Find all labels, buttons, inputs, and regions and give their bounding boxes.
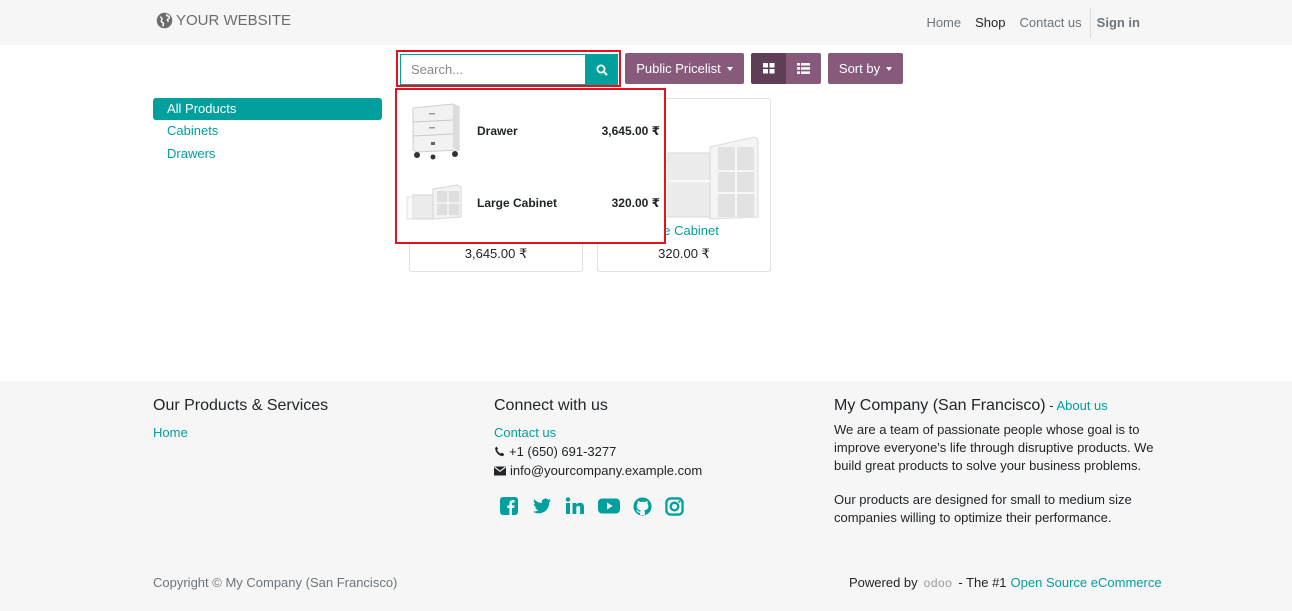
- footer-products-title: Our Products & Services: [153, 397, 329, 414]
- footer-products-column: Our Products & Services Home: [153, 397, 328, 440]
- copyright-text: Copyright © My Company (San Francisco): [153, 575, 398, 590]
- footer-home-link[interactable]: Home: [153, 425, 328, 440]
- email-address[interactable]: info@yourcompany.example.com: [510, 463, 702, 478]
- company-description-2: Our products are designed for small to m…: [834, 492, 1132, 525]
- autocomplete-item-name: Drawer: [477, 124, 518, 138]
- autocomplete-item-price: 3,645.00 ₹: [601, 124, 660, 138]
- category-all-products[interactable]: All Products: [153, 98, 382, 120]
- footer-contact-link[interactable]: Contact us: [494, 425, 702, 440]
- title-separator: -: [1045, 398, 1057, 413]
- grid-view-button[interactable]: [751, 53, 786, 84]
- odoo-logo[interactable]: odoo: [924, 576, 953, 590]
- nav-home[interactable]: Home: [926, 15, 961, 30]
- youtube-icon[interactable]: [598, 496, 620, 516]
- nav-contact-us[interactable]: Contact us: [1020, 15, 1082, 30]
- social-links: [499, 496, 702, 516]
- logo-text: YOUR WEBSITE: [176, 12, 292, 29]
- product-image: [658, 136, 759, 220]
- footer-connect-title: Connect with us: [494, 397, 608, 414]
- phone-icon: [495, 446, 505, 457]
- product-thumbnail: [405, 174, 463, 232]
- powered-by-label: Powered by: [849, 575, 918, 590]
- about-us-link[interactable]: About us: [1056, 398, 1107, 413]
- site-logo[interactable]: YOUR WEBSITE: [156, 12, 291, 29]
- search-highlight-box: [396, 50, 621, 87]
- grid-icon: [762, 63, 774, 74]
- category-drawers[interactable]: Drawers: [167, 146, 215, 161]
- product-thumbnail: [405, 102, 463, 160]
- list-view-button[interactable]: [786, 53, 821, 84]
- search-input[interactable]: [400, 54, 586, 85]
- cabinet-image: [406, 184, 462, 220]
- nav-shop[interactable]: Shop: [975, 15, 1005, 30]
- chevron-down-icon: [886, 66, 893, 71]
- sign-in-link[interactable]: Sign in: [1097, 15, 1140, 30]
- instagram-icon[interactable]: [665, 496, 684, 516]
- product-price: 3,645.00 ₹: [464, 246, 528, 261]
- sort-by-label: Sort by: [838, 61, 881, 76]
- facebook-icon[interactable]: [499, 496, 519, 516]
- category-cabinets[interactable]: Cabinets: [167, 123, 218, 138]
- phone-number: +1 (650) 691-3277: [509, 444, 617, 459]
- search-button[interactable]: [585, 54, 618, 85]
- footer-phone: +1 (650) 691-3277: [494, 444, 702, 459]
- main-menu: Home Shop Contact us Sign in: [912, 0, 1140, 45]
- nav-divider: [1089, 7, 1091, 38]
- linkedin-icon[interactable]: [565, 496, 585, 516]
- envelope-icon: [494, 466, 506, 475]
- autocomplete-item-large-cabinet[interactable]: Large Cabinet 320.00 ₹: [405, 171, 660, 235]
- pricelist-dropdown[interactable]: Public Pricelist: [625, 53, 744, 84]
- powered-by: Powered by odoo - The #1 Open Source eCo…: [849, 575, 1162, 590]
- github-icon[interactable]: [633, 496, 652, 516]
- search-icon: [596, 64, 608, 76]
- ecommerce-link[interactable]: Open Source eCommerce: [1011, 575, 1162, 590]
- autocomplete-item-price: 320.00 ₹: [611, 196, 660, 210]
- footer-company-title: My Company (San Francisco) - About us: [834, 397, 1154, 415]
- footer: Our Products & Services Home Connect wit…: [0, 381, 1292, 611]
- drawer-image: [412, 103, 460, 160]
- list-icon: [797, 63, 810, 74]
- autocomplete-item-name: Large Cabinet: [477, 196, 558, 210]
- top-navbar: YOUR WEBSITE Home Shop Contact us Sign i…: [0, 0, 1292, 45]
- autocomplete-item-drawer[interactable]: Drawer 3,645.00 ₹: [405, 99, 660, 163]
- company-name: My Company (San Francisco): [834, 397, 1046, 414]
- pricelist-label: Public Pricelist: [636, 61, 721, 76]
- globe-icon: [156, 12, 173, 29]
- footer-connect-column: Connect with us Contact us +1 (650) 691-…: [494, 397, 702, 516]
- product-price: 320.00 ₹: [658, 246, 710, 261]
- company-description: We are a team of passionate people whose…: [834, 422, 1154, 473]
- tagline-text: - The #1: [958, 575, 1007, 590]
- search-autocomplete-dropdown: Drawer 3,645.00 ₹ Large Cabinet 320.00 ₹: [395, 88, 666, 244]
- footer-email: info@yourcompany.example.com: [494, 463, 702, 478]
- chevron-down-icon: [726, 66, 733, 71]
- twitter-icon[interactable]: [532, 496, 552, 516]
- sort-by-dropdown[interactable]: Sort by: [828, 53, 903, 84]
- footer-company-column: My Company (San Francisco) - About us We…: [834, 397, 1154, 527]
